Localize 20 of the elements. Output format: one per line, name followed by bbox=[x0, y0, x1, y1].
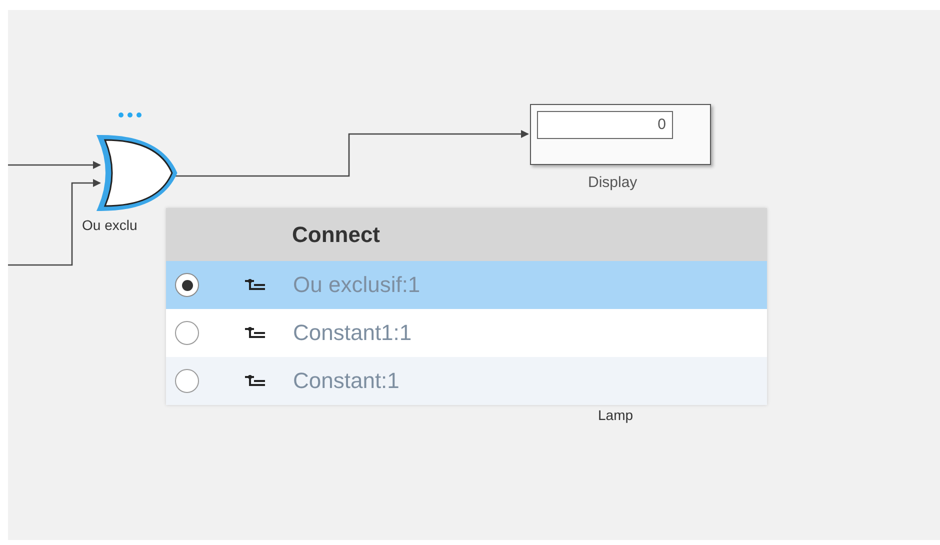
block-label: Display bbox=[588, 174, 638, 191]
menu-row[interactable]: Constant1:1 bbox=[166, 309, 767, 357]
port-icon bbox=[244, 374, 266, 388]
port-icon bbox=[244, 326, 266, 340]
radio-button[interactable] bbox=[175, 369, 199, 393]
block-label: Lamp bbox=[598, 407, 634, 423]
port-label: Constant1:1 bbox=[293, 320, 412, 346]
menu-row[interactable]: Constant:1 bbox=[166, 357, 767, 405]
port-label: Constant:1 bbox=[293, 368, 400, 394]
more-options-icon[interactable] bbox=[118, 112, 142, 118]
port-icon bbox=[244, 278, 266, 292]
menu-header: Connect bbox=[166, 208, 767, 261]
xor-gate-block[interactable] bbox=[98, 135, 177, 211]
block-label: Ou exclu bbox=[82, 217, 138, 233]
port-label: Ou exclusif:1 bbox=[293, 272, 420, 298]
menu-row[interactable]: Ou exclusif:1 bbox=[166, 261, 767, 309]
display-block[interactable]: 0 bbox=[530, 104, 711, 165]
radio-button[interactable] bbox=[175, 321, 199, 345]
display-value: 0 bbox=[537, 111, 673, 139]
radio-button[interactable] bbox=[175, 273, 199, 297]
